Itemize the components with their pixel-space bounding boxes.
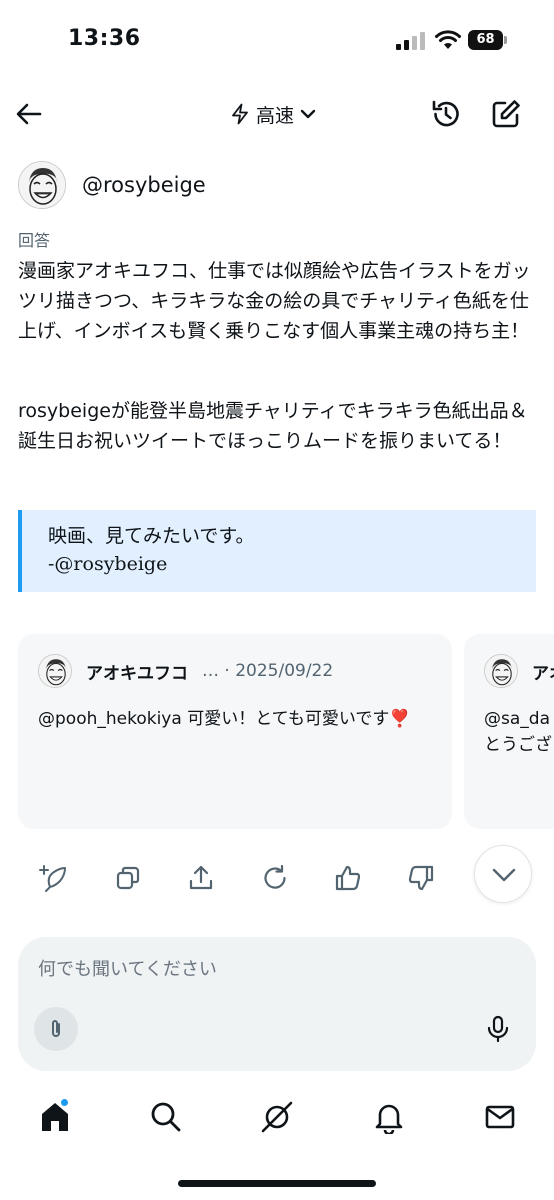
tab-grok[interactable] (260, 1100, 294, 1134)
post-date: … · 2025/09/22 (202, 661, 334, 681)
post-text: @sa_da とうござ (484, 709, 552, 755)
lightning-icon (232, 103, 248, 125)
notification-dot (60, 1098, 69, 1107)
post-author-name: アオキユフコ (86, 663, 188, 684)
battery-level: 68 (468, 30, 503, 50)
chat-input[interactable] (38, 951, 498, 987)
post-card-header: アオ (484, 654, 554, 688)
wifi-icon (435, 30, 461, 49)
response-action-bar (0, 858, 554, 898)
post-card-header: アオキユフコ … · 2025/09/22 (38, 654, 333, 688)
post-card[interactable]: アオ @sa_da とうござ (464, 634, 554, 829)
post-text: @pooh_hekokiya 可愛い！とても可愛いです❣️ (38, 709, 411, 729)
avatar (484, 654, 518, 688)
attach-button[interactable] (34, 1007, 78, 1051)
history-icon[interactable] (430, 98, 462, 130)
scroll-down-button[interactable] (474, 845, 532, 903)
user-header: @rosybeige (18, 160, 206, 210)
user-handle[interactable]: @rosybeige (82, 173, 206, 197)
bottom-tab-bar (0, 1086, 554, 1150)
quote-block: 映画、見てみたいです。 -@rosybeige (18, 510, 536, 592)
status-time: 13:36 (68, 26, 141, 51)
tab-messages[interactable] (483, 1100, 517, 1134)
answer-paragraph: rosybeigeが能登半島地震チャリティでキラキラ色紙出品＆誕生日お祝いツイー… (18, 400, 528, 452)
tab-home[interactable] (38, 1098, 72, 1134)
back-arrow-icon[interactable] (14, 99, 44, 129)
avatar (38, 654, 72, 688)
battery-icon: 68 (468, 30, 508, 50)
search-icon (151, 1102, 181, 1132)
mode-label: 高速 (256, 104, 295, 127)
mode-selector[interactable]: 高速 (230, 98, 316, 130)
grok-icon (261, 1101, 293, 1133)
status-bar: 13:36 68 (0, 0, 554, 84)
answer-paragraph: 漫画家アオキユフコ、仕事では似顔絵や広告イラストをガッツリ描きつつ、キラキラな金… (18, 260, 531, 342)
share-icon[interactable] (186, 863, 216, 893)
mail-icon (485, 1105, 515, 1129)
post-author-name: アオ (532, 663, 554, 684)
chevron-down-icon (300, 109, 316, 119)
chat-composer (18, 937, 536, 1071)
microphone-icon[interactable] (482, 1013, 514, 1045)
tab-notifications[interactable] (372, 1100, 406, 1136)
answer-label: 回答 (18, 231, 51, 250)
chevron-down-icon (492, 868, 516, 882)
thumbs-down-icon[interactable] (406, 863, 436, 893)
new-chat-icon[interactable] (490, 98, 522, 130)
quote-text: 映画、見てみたいです。 (48, 525, 255, 547)
home-indicator (178, 1180, 376, 1187)
thumbs-up-icon[interactable] (333, 863, 363, 893)
quote-attribution: -@rosybeige (48, 553, 168, 575)
bell-icon (375, 1104, 403, 1136)
cellular-signal-icon (396, 32, 425, 50)
post-card[interactable]: アオキユフコ … · 2025/09/22 @pooh_hekokiya 可愛い… (18, 634, 452, 829)
regenerate-sparkle-icon[interactable] (38, 863, 68, 893)
paperclip-icon (52, 1020, 60, 1037)
top-navigation: 高速 (0, 84, 554, 144)
tab-search[interactable] (149, 1100, 183, 1134)
copy-icon[interactable] (113, 863, 143, 893)
avatar[interactable] (18, 161, 66, 209)
refresh-icon[interactable] (260, 863, 290, 893)
grok-answer-screen: 13:36 68 高速 @rosybeige 回答 漫画家アオキユフコ、仕事では… (0, 0, 554, 1200)
